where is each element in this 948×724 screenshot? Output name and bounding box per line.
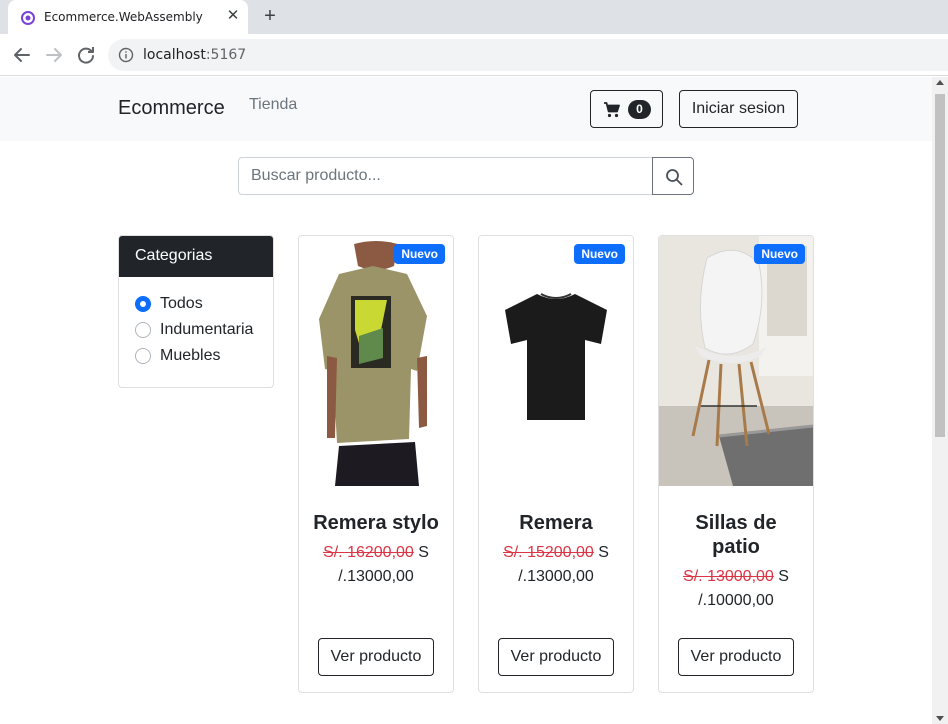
product-title: Remera stylo xyxy=(313,512,439,534)
cart-icon xyxy=(604,102,620,118)
product-title: Remera xyxy=(519,512,593,534)
close-tab-icon[interactable]: ✕ xyxy=(224,7,242,25)
new-badge: Nuevo xyxy=(754,244,805,264)
categories-header: Categorias xyxy=(119,236,273,277)
categories-list: Todos Indumentaria Muebles xyxy=(119,277,273,373)
product-price: S/. 16200,00 S /.13000,00 xyxy=(309,541,443,589)
page-scrollbar[interactable] xyxy=(932,77,948,724)
cart-button[interactable]: 0 xyxy=(590,90,663,128)
radio-unchecked-icon[interactable] xyxy=(135,348,151,364)
tab-title: Ecommerce.WebAssembly xyxy=(44,10,203,24)
search-button[interactable] xyxy=(652,157,694,195)
old-price: S/. 15200,00 xyxy=(503,544,594,561)
product-card: Nuevo Remera S/. 15200,00 S /.13000,00 V… xyxy=(478,235,634,693)
product-price: S/. 15200,00 S /.13000,00 xyxy=(489,541,623,589)
radio-checked-icon[interactable] xyxy=(135,296,151,312)
category-label: Todos xyxy=(160,295,203,312)
info-icon[interactable] xyxy=(118,47,134,63)
nav-link-store[interactable]: Tienda xyxy=(249,96,297,114)
view-product-button[interactable]: Ver producto xyxy=(498,638,614,676)
address-bar[interactable]: localhost:5167 xyxy=(108,39,948,71)
search-input[interactable] xyxy=(238,157,653,195)
new-badge: Nuevo xyxy=(574,244,625,264)
browser-tab-bar: Ecommerce.WebAssembly ✕ + xyxy=(0,0,948,34)
product-price: S/. 13000,00 S /.10000,00 xyxy=(669,565,803,613)
page-content: Ecommerce Tienda 0 Iniciar sesion Catego… xyxy=(0,77,932,724)
category-option-indumentaria[interactable]: Indumentaria xyxy=(135,321,273,347)
navbar: Ecommerce Tienda 0 Iniciar sesion xyxy=(0,77,932,141)
categories-card: Categorias Todos Indumentaria Muebles xyxy=(118,235,274,388)
view-product-button[interactable]: Ver producto xyxy=(678,638,794,676)
product-title: Sillas de patio xyxy=(695,512,777,558)
browser-tab[interactable]: Ecommerce.WebAssembly ✕ xyxy=(8,0,248,34)
url-port: :5167 xyxy=(205,47,247,63)
category-option-muebles[interactable]: Muebles xyxy=(135,347,273,373)
reload-icon[interactable] xyxy=(74,43,98,67)
back-icon[interactable] xyxy=(10,43,34,67)
new-tab-icon[interactable]: + xyxy=(258,5,282,29)
product-body: Sillas de patio S/. 13000,00 S /.10000,0… xyxy=(659,486,813,613)
product-body: Remera S/. 15200,00 S /.13000,00 xyxy=(479,486,633,589)
url-host: localhost xyxy=(143,47,206,63)
browser-toolbar: localhost:5167 xyxy=(0,34,948,76)
search-group xyxy=(238,157,694,195)
product-image-remera xyxy=(479,236,633,486)
product-card: Nuevo Remera stylo S/. 16200,00 S /.1300… xyxy=(298,235,454,693)
new-badge: Nuevo xyxy=(394,244,445,264)
product-body: Remera stylo S/. 16200,00 S /.13000,00 xyxy=(299,486,453,589)
login-button[interactable]: Iniciar sesion xyxy=(679,90,798,128)
forward-icon[interactable] xyxy=(42,43,66,67)
blazor-icon xyxy=(21,11,35,25)
old-price: S/. 16200,00 xyxy=(323,544,414,561)
old-price: S/. 13000,00 xyxy=(683,568,774,585)
scrollbar-thumb[interactable] xyxy=(935,94,945,437)
product-image-sillas-de-patio xyxy=(659,236,813,486)
product-image-remera-stylo xyxy=(299,236,453,486)
radio-unchecked-icon[interactable] xyxy=(135,322,151,338)
category-label: Indumentaria xyxy=(160,321,254,338)
url-text[interactable]: localhost:5167 xyxy=(143,47,246,63)
product-card: Nuevo Sillas de patio S/. 13000,00 S /.1… xyxy=(658,235,814,693)
scroll-up-arrow-icon[interactable] xyxy=(936,80,944,85)
scroll-down-arrow-icon[interactable] xyxy=(936,716,944,721)
view-product-button[interactable]: Ver producto xyxy=(318,638,434,676)
search-icon xyxy=(666,169,683,186)
category-label: Muebles xyxy=(160,347,221,364)
cart-count-badge: 0 xyxy=(628,100,651,119)
brand-link[interactable]: Ecommerce xyxy=(118,97,225,120)
category-option-todos[interactable]: Todos xyxy=(135,295,273,321)
